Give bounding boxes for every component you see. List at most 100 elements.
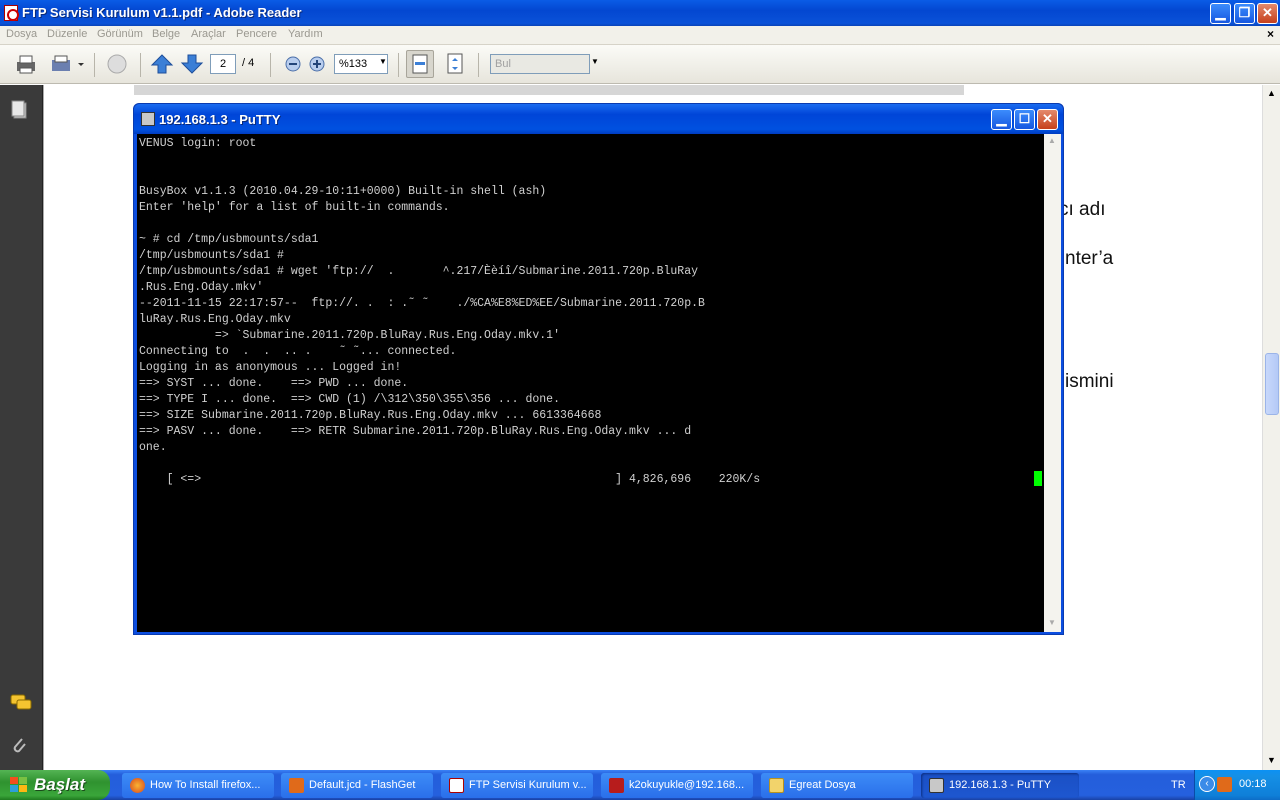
- previous-page-icon[interactable]: [150, 53, 174, 75]
- terminal-line: .Rus.Eng.Oday.mkv': [139, 281, 264, 294]
- putty-window: 192.168.1.3 - PuTTY ▁ ☐ ✕ VENUS login: r…: [133, 103, 1064, 635]
- putty-minimize-button[interactable]: ▁: [991, 109, 1012, 130]
- putty-icon: [929, 778, 944, 793]
- flashget-tray-icon[interactable]: [1217, 777, 1232, 792]
- toolbar-separator: [478, 53, 479, 77]
- taskbar-button-putty[interactable]: 192.168.1.3 - PuTTY: [921, 773, 1079, 798]
- system-tray: ‹ 00:18: [1194, 770, 1280, 800]
- page-number-input[interactable]: 2: [210, 54, 236, 74]
- toolbar-separator: [398, 53, 399, 77]
- fit-page-icon[interactable]: [444, 53, 468, 75]
- scroll-up-icon[interactable]: ▲: [1048, 136, 1056, 145]
- scrollbar-thumb[interactable]: [1265, 353, 1279, 415]
- page-shadow: [134, 85, 964, 95]
- restore-button[interactable]: ❐: [1234, 3, 1255, 24]
- toolbar-separator: [270, 53, 271, 77]
- taskbar: Başlat How To Install firefox... Default…: [0, 770, 1280, 800]
- taskbar-button-label: Egreat Dosya: [789, 779, 856, 791]
- firefox-icon: [130, 778, 145, 793]
- close-button[interactable]: ✕: [1257, 3, 1278, 24]
- taskbar-button-firefox[interactable]: How To Install firefox...: [122, 773, 274, 798]
- menu-araclar[interactable]: Araçlar: [191, 28, 226, 40]
- document-close-icon[interactable]: ×: [1267, 27, 1274, 41]
- terminal-line: ==> PASV ... done. ==> RETR Submarine.20…: [139, 425, 692, 438]
- minimize-button[interactable]: ▁: [1210, 3, 1231, 24]
- terminal-cursor: [1034, 471, 1042, 486]
- reader-title: FTP Servisi Kurulum v1.1.pdf - Adobe Rea…: [22, 5, 302, 20]
- scroll-up-icon[interactable]: ▲: [1267, 88, 1276, 98]
- document-scrollbar[interactable]: ▲ ▼: [1262, 85, 1280, 770]
- toolbar-separator: [140, 53, 141, 77]
- scroll-down-icon[interactable]: ▼: [1048, 618, 1056, 627]
- terminal-line: ==> SIZE Submarine.2011.720p.BluRay.Rus.…: [139, 409, 602, 422]
- flashget-icon: [289, 778, 304, 793]
- windows-flag-icon: [10, 777, 28, 793]
- taskbar-button-label: Default.jcd - FlashGet: [309, 779, 416, 791]
- menu-duzenle[interactable]: Düzenle: [47, 28, 87, 40]
- zoom-in-icon[interactable]: [306, 53, 330, 75]
- print-icon[interactable]: [14, 53, 38, 75]
- find-input[interactable]: Bul: [490, 54, 590, 74]
- taskbar-button-filezilla[interactable]: k2okuyukle@192.168...: [601, 773, 753, 798]
- terminal-line: --2011-11-15 22:17:57-- ftp://. . : .˜ ˜…: [139, 297, 705, 310]
- terminal-line: ==> SYST ... done. ==> PWD ... done.: [139, 377, 409, 390]
- start-button[interactable]: Başlat: [0, 770, 110, 800]
- reader-titlebar: FTP Servisi Kurulum v1.1.pdf - Adobe Rea…: [0, 0, 1280, 26]
- chevron-left-icon[interactable]: ‹: [1199, 776, 1215, 792]
- terminal-line: Logging in as anonymous ... Logged in!: [139, 361, 402, 374]
- page-total: / 4: [242, 57, 255, 69]
- terminal-line: => `Submarine.2011.720p.BluRay.Rus.Eng.O…: [139, 329, 560, 342]
- taskbar-button-label: FTP Servisi Kurulum v...: [469, 779, 587, 791]
- chevron-down-icon[interactable]: ▼: [379, 57, 387, 66]
- email-icon[interactable]: [104, 53, 128, 75]
- terminal-output[interactable]: VENUS login: root BusyBox v1.1.3 (2010.0…: [137, 134, 1044, 632]
- menubar: Dosya Düzenle Görünüm Belge Araçlar Penc…: [0, 26, 1280, 45]
- filezilla-icon: [609, 778, 624, 793]
- terminal-line: ~ # cd /tmp/usbmounts/sda1: [139, 233, 319, 246]
- terminal-line: one.: [139, 441, 167, 454]
- putty-title: 192.168.1.3 - PuTTY: [159, 112, 281, 127]
- menu-yardim[interactable]: Yardım: [288, 28, 323, 40]
- pages-icon[interactable]: [10, 99, 30, 124]
- doc-text-fragment: ismini: [1065, 371, 1114, 392]
- menu-dosya[interactable]: Dosya: [6, 28, 37, 40]
- terminal-line: /tmp/usbmounts/sda1 # wget 'ftp:// . ^.2…: [139, 265, 698, 278]
- terminal-scrollbar[interactable]: ▲ ▼: [1044, 134, 1061, 632]
- toolbar-separator: [94, 53, 95, 77]
- terminal-line: Enter 'help' for a list of built-in comm…: [139, 201, 450, 214]
- terminal-progress-line: [ <=> ] 4,826,696 220K/s: [139, 473, 761, 486]
- terminal-line: VENUS login: root: [139, 137, 257, 150]
- taskbar-button-folder[interactable]: Egreat Dosya: [761, 773, 913, 798]
- doc-text-fragment: cı adı: [1059, 199, 1106, 220]
- terminal-line: ==> TYPE I ... done. ==> CWD (1) /\312\3…: [139, 393, 560, 406]
- menu-gorunum[interactable]: Görünüm: [97, 28, 143, 40]
- folder-icon: [769, 778, 784, 793]
- scroll-down-icon[interactable]: ▼: [1267, 755, 1276, 765]
- comments-icon[interactable]: [9, 693, 33, 716]
- next-page-icon[interactable]: [180, 53, 204, 75]
- doc-text-fragment: nter’a: [1065, 248, 1114, 269]
- start-label: Başlat: [34, 775, 86, 794]
- taskbar-button-label: 192.168.1.3 - PuTTY: [949, 779, 1052, 791]
- terminal-line: /tmp/usbmounts/sda1 #: [139, 249, 284, 262]
- putty-maximize-button[interactable]: ☐: [1014, 109, 1035, 130]
- adobe-reader-icon: [4, 5, 19, 21]
- menu-pencere[interactable]: Pencere: [236, 28, 277, 40]
- terminal-line: BusyBox v1.1.3 (2010.04.29-10:11+0000) B…: [139, 185, 547, 198]
- putty-close-button[interactable]: ✕: [1037, 109, 1058, 130]
- toolbar: 2 / 4 %133 ▼ Bul ▼: [0, 45, 1280, 84]
- zoom-out-icon[interactable]: [282, 53, 306, 75]
- taskbar-button-label: How To Install firefox...: [150, 779, 261, 791]
- putty-icon: [141, 112, 155, 126]
- print-options-icon[interactable]: [50, 53, 84, 75]
- navigation-pane: [0, 85, 43, 770]
- taskbar-button-pdf[interactable]: FTP Servisi Kurulum v...: [441, 773, 593, 798]
- clock: 00:18: [1239, 778, 1267, 790]
- attachment-icon[interactable]: [9, 735, 29, 760]
- taskbar-button-label: k2okuyukle@192.168...: [629, 779, 745, 791]
- chevron-down-icon[interactable]: ▼: [591, 57, 599, 66]
- menu-belge[interactable]: Belge: [152, 28, 180, 40]
- fit-width-icon[interactable]: [406, 50, 434, 78]
- language-indicator[interactable]: TR: [1171, 779, 1186, 791]
- taskbar-button-flashget[interactable]: Default.jcd - FlashGet: [281, 773, 433, 798]
